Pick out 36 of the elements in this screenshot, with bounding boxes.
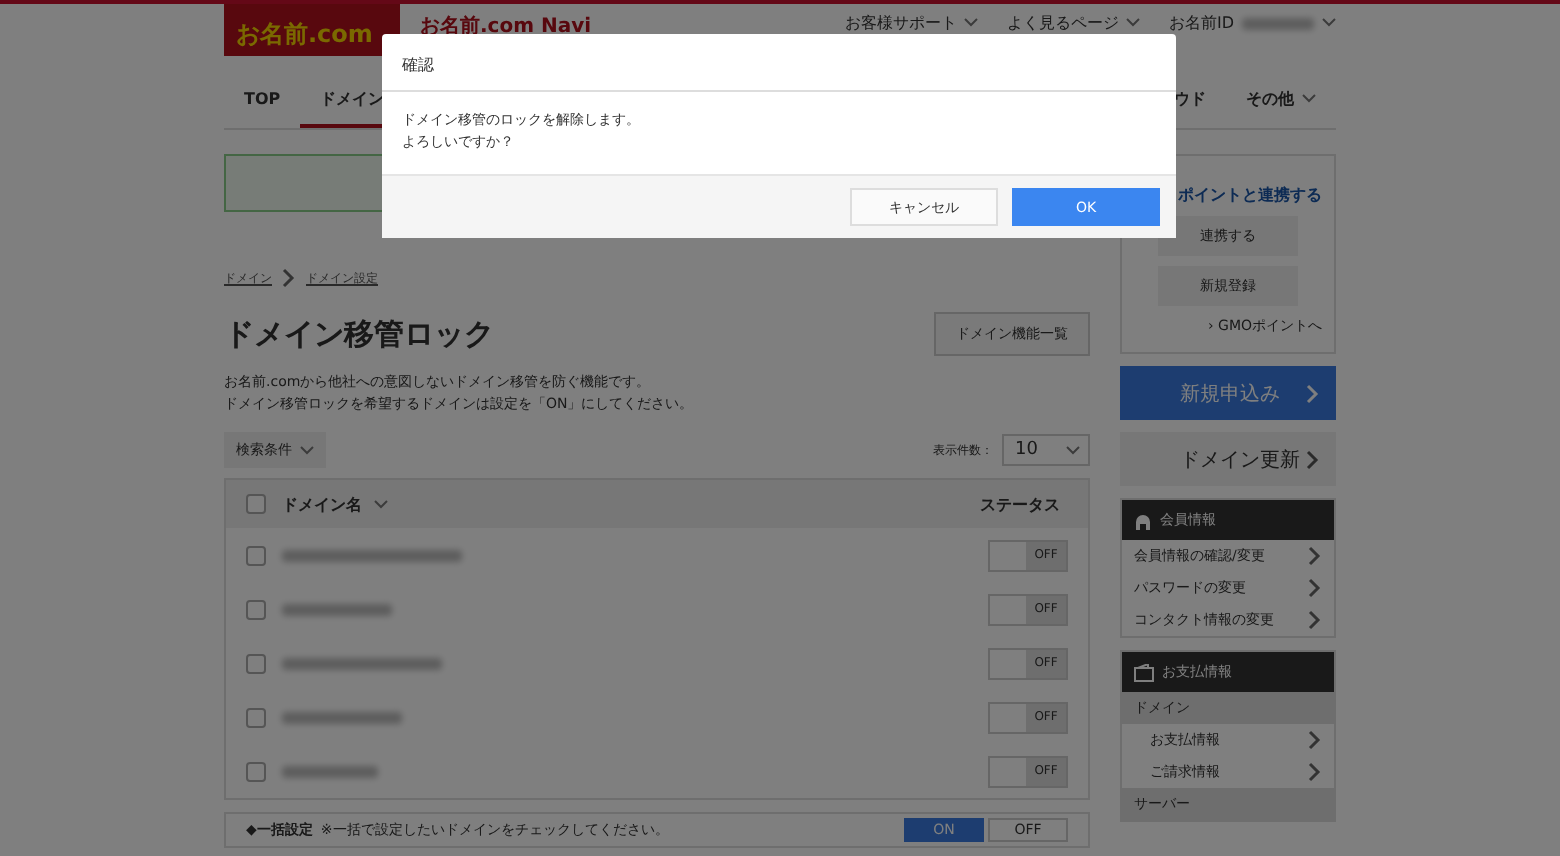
row-checkbox[interactable]: [246, 653, 266, 673]
nav-tab[interactable]: その他: [1226, 76, 1336, 128]
account-label: お名前ID: [1168, 12, 1234, 34]
chevron-icon: [1306, 449, 1320, 469]
action-button[interactable]: ドメイン更新: [1120, 432, 1336, 486]
caret-icon: [374, 499, 388, 509]
action-button[interactable]: 新規申込み: [1120, 366, 1336, 420]
nav-tab[interactable]: TOP: [224, 76, 301, 128]
row-checkbox[interactable]: [246, 707, 266, 727]
blurred-account-id: [1242, 17, 1314, 29]
caret-icon: [1302, 94, 1316, 104]
header-menu[interactable]: お客様サポート: [844, 12, 979, 34]
caret-icon: [300, 445, 314, 455]
logo[interactable]: お名前.com: [224, 4, 400, 56]
caret-icon: [1066, 445, 1080, 455]
caret-icon: [1126, 18, 1141, 28]
blurred-domain-name: [282, 603, 392, 615]
points-title: ポイントと連携する: [1178, 184, 1322, 206]
caret-icon: [1322, 18, 1336, 28]
chevron-icon: [1306, 383, 1320, 403]
wallet-icon: [1134, 663, 1154, 681]
column-header: ステータス: [980, 493, 1060, 515]
per-page-select[interactable]: 10: [1001, 434, 1090, 466]
column-header[interactable]: ドメイン名: [282, 493, 362, 515]
row-checkbox[interactable]: [246, 545, 266, 565]
blurred-domain-name: [282, 711, 402, 723]
caret-icon: [964, 18, 979, 28]
dialog-title: 確認: [382, 34, 1176, 92]
breadcrumb-chevron-icon: [282, 268, 296, 288]
blurred-domain-name: [282, 765, 378, 777]
page-title: ドメイン移管ロック: [224, 315, 494, 353]
person-icon: [1134, 511, 1152, 529]
row-checkbox[interactable]: [246, 599, 266, 619]
row-checkbox[interactable]: [246, 761, 266, 781]
select-all-checkbox[interactable]: [246, 494, 266, 514]
header-menu[interactable]: よく見るページ: [1006, 12, 1141, 34]
